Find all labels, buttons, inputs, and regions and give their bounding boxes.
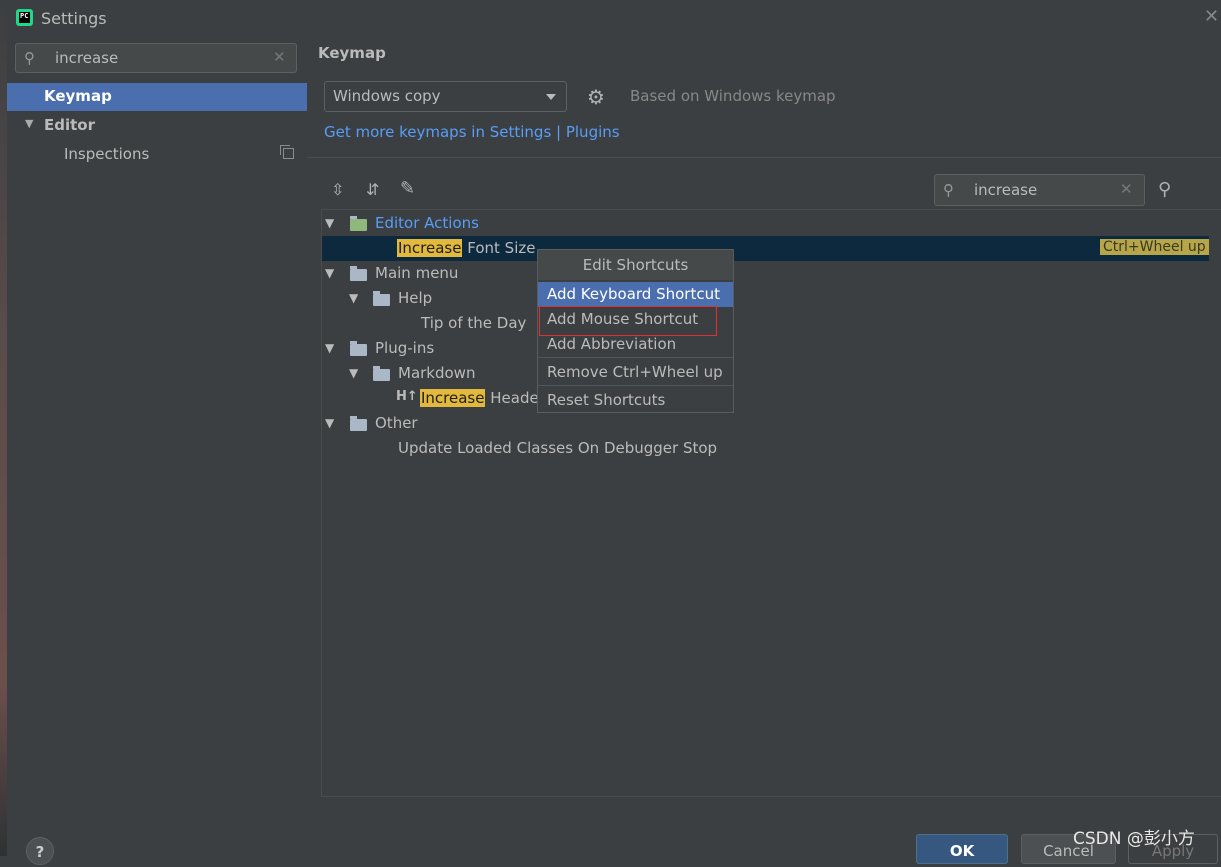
expand-arrow-icon[interactable]: ▼ [325,216,334,230]
tree-item-main-menu[interactable]: Main menu [375,264,458,282]
tree-item-plugins[interactable]: Plug-ins [375,339,434,357]
search-match: Increase [420,389,486,407]
menu-separator [538,357,733,358]
search-icon: ⚲ [24,49,35,67]
menu-item-add-keyboard-shortcut[interactable]: Add Keyboard Shortcut [538,282,733,307]
expand-arrow-icon[interactable]: ▼ [25,117,33,130]
action-search-value: increase [974,181,1038,199]
expand-all-icon[interactable]: ⇳ [331,180,344,199]
get-more-keymaps-link[interactable]: Get more keymaps in Settings | Plugins [324,123,620,141]
tree-item-editor-actions[interactable]: Editor Actions [375,214,479,232]
menu-separator [538,385,733,386]
expand-arrow-icon[interactable]: ▼ [325,341,334,355]
chevron-down-icon [546,94,556,100]
sidebar-item-editor[interactable]: Editor [44,116,95,134]
clear-search-icon[interactable]: ✕ [1120,180,1133,198]
tree-item-tip-of-the-day[interactable]: Tip of the Day [421,314,526,332]
sidebar-item-inspections[interactable]: Inspections [64,145,149,163]
tree-item-markdown[interactable]: Markdown [398,364,475,382]
help-button[interactable]: ? [26,837,54,865]
editor-actions-icon [350,216,367,231]
window-title: Settings [41,9,107,28]
gear-icon[interactable]: ⚙ [587,85,605,109]
sidebar-search-input[interactable]: ⚲ increase ✕ [15,43,297,73]
title-bar [7,0,1221,36]
menu-item-remove-shortcut[interactable]: Remove Ctrl+Wheel up [538,360,733,385]
clear-search-icon[interactable]: ✕ [273,48,286,66]
expand-arrow-icon[interactable]: ▼ [349,366,358,380]
project-settings-icon [280,145,294,159]
search-icon: ⚲ [943,181,954,199]
tree-item-label: Font Size [462,239,536,257]
keymap-tree [321,209,1221,797]
based-on-label: Based on Windows keymap [630,87,836,105]
divider [307,157,1221,158]
other-folder-icon [350,416,367,431]
tree-item-label: Header [485,389,545,407]
menu-folder-icon [350,266,367,281]
expand-arrow-icon[interactable]: ▼ [325,416,334,430]
watermark: CSDN @彭小方 [1073,829,1195,849]
header-icon: H↑ [396,389,418,404]
sidebar-search-value: increase [55,49,119,67]
tree-item-update-loaded-classes[interactable]: Update Loaded Classes On Debugger Stop [398,439,717,457]
shortcut-badge: Ctrl+Wheel up [1100,239,1209,255]
action-search-input[interactable]: ⚲ increase ✕ [934,174,1145,206]
keymap-dropdown[interactable]: Windows copy [324,81,567,112]
folder-icon [350,341,367,356]
background-strip [0,0,7,856]
tree-item-increase-font-size[interactable]: Increase Font Size [397,239,535,257]
ok-button[interactable]: OK [916,834,1008,864]
sidebar-item-keymap[interactable]: Keymap [7,83,307,111]
expand-arrow-icon[interactable]: ▼ [325,266,334,280]
menu-item-reset-shortcuts[interactable]: Reset Shortcuts [538,388,733,413]
popup-title: Edit Shortcuts [538,250,733,280]
folder-icon [373,366,390,381]
expand-arrow-icon[interactable]: ▼ [349,291,358,305]
collapse-all-icon[interactable]: ⇵ [366,180,379,199]
tree-item-other[interactable]: Other [375,414,418,432]
sidebar [7,36,307,822]
pycharm-logo-icon: PC [16,9,33,26]
sidebar-item-label: Keymap [44,87,112,105]
keymap-dropdown-value: Windows copy [333,87,441,105]
tree-item-increase-header[interactable]: Increase Header [420,389,545,407]
annotation-highlight-box [539,306,717,336]
page-title: Keymap [318,44,386,62]
folder-icon [373,291,390,306]
search-match: Increase [397,239,463,257]
find-by-shortcut-icon[interactable]: ⚲ [1158,179,1171,200]
edit-pencil-icon[interactable]: ✎ [400,178,415,199]
tree-item-help[interactable]: Help [398,289,432,307]
close-icon[interactable]: ✕ [1204,6,1219,27]
